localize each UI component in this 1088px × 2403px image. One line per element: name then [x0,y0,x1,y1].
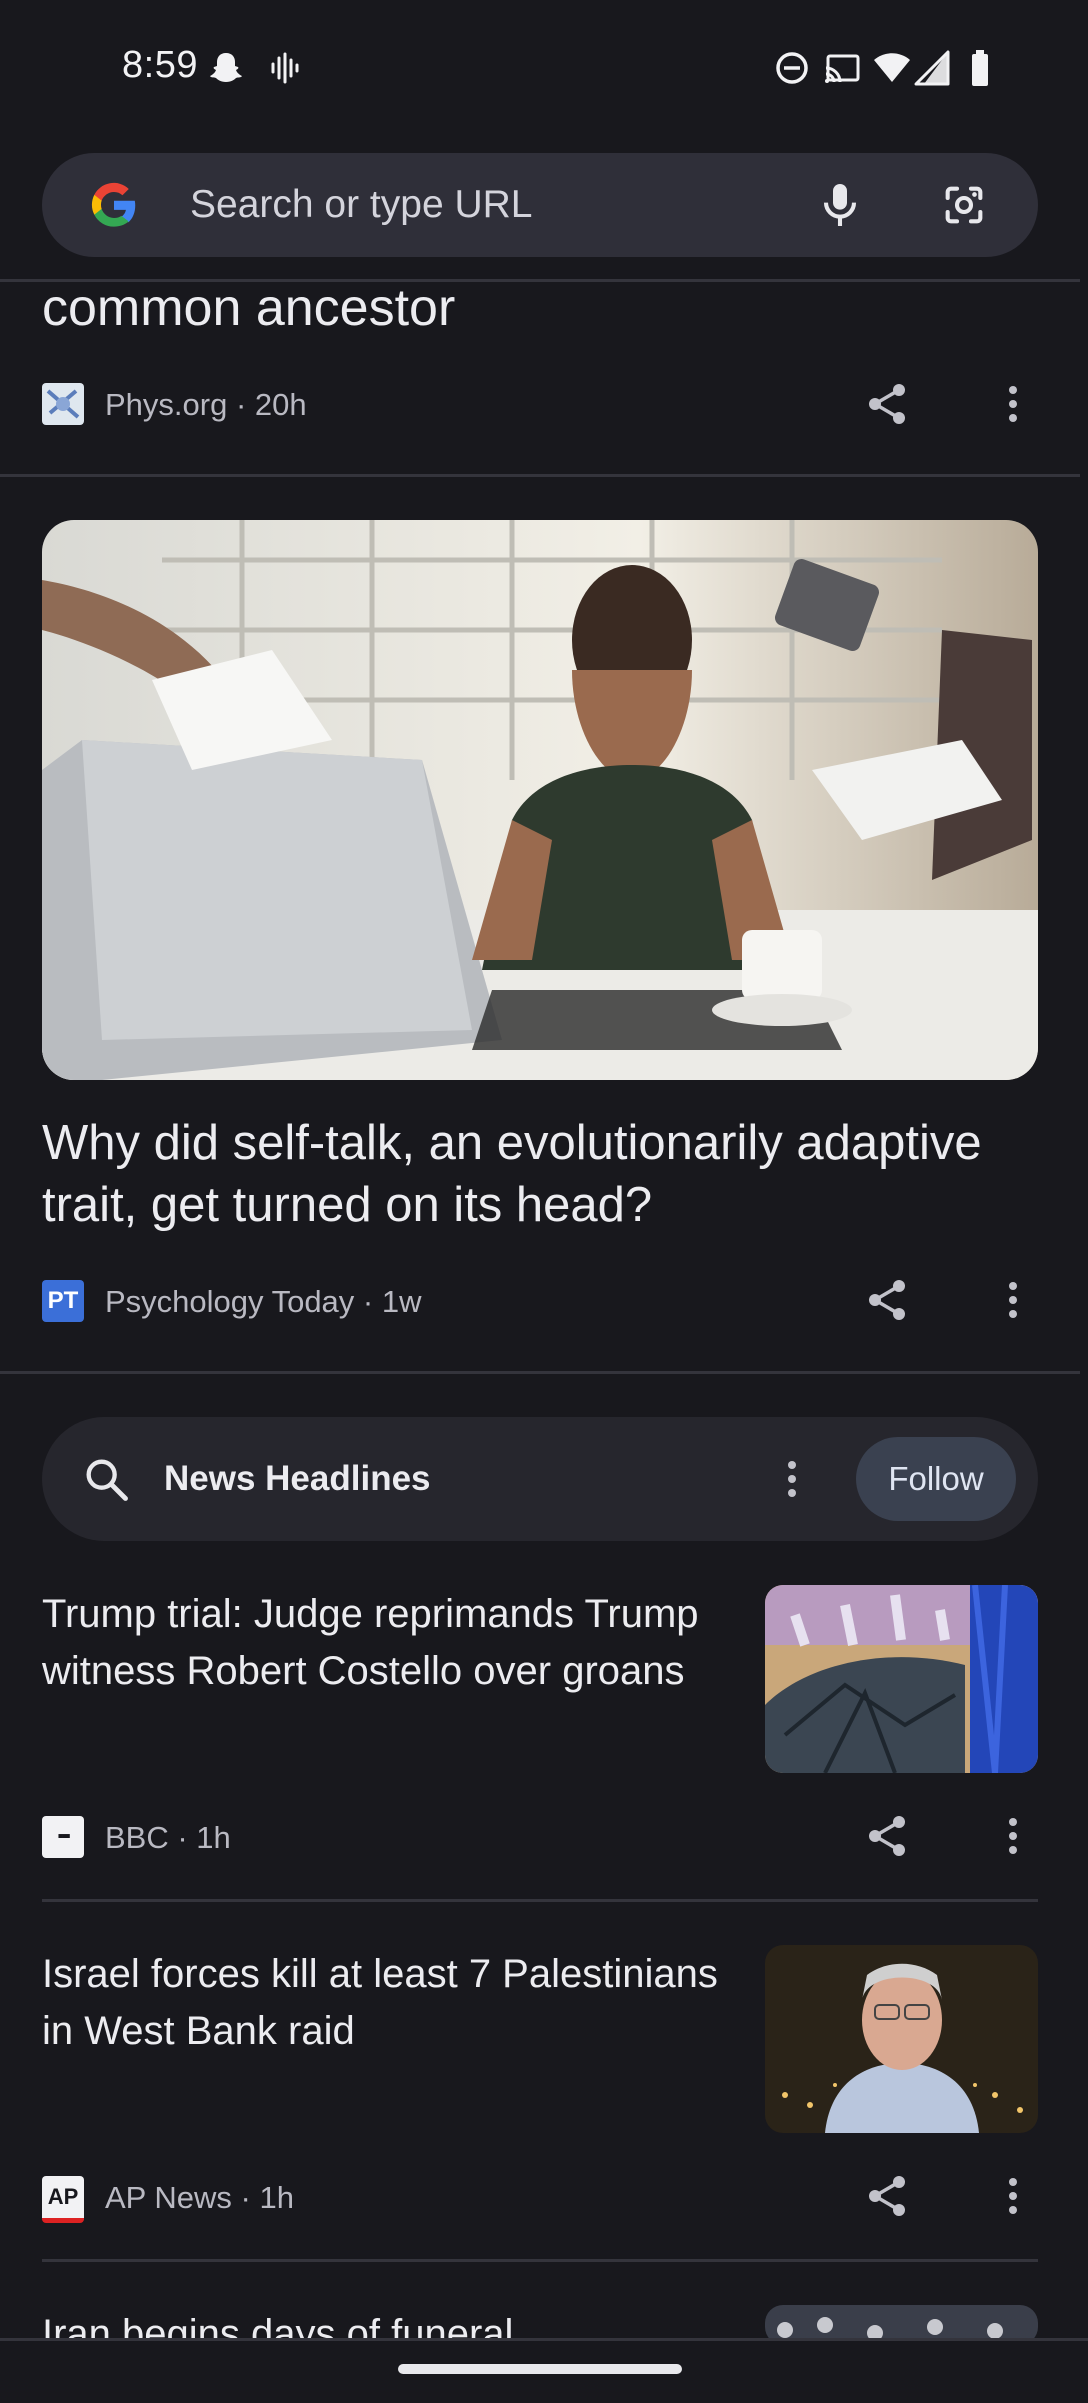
news-title[interactable]: Trump trial: Judge reprimands Trump witn… [42,1586,732,1700]
more-options-icon[interactable] [768,1455,816,1503]
share-icon[interactable] [863,1812,911,1860]
microphone-icon[interactable] [812,177,868,233]
ap-news-favicon-icon: AP [42,2176,84,2223]
divider [0,474,1080,477]
topic-header-news-headlines[interactable]: News Headlines Follow [42,1417,1038,1541]
divider [42,1899,1038,1902]
news-source: AP News · 1h [105,2180,294,2215]
more-options-icon[interactable] [989,2172,1037,2220]
topic-title: News Headlines [164,1459,431,1498]
audio-wave-icon [271,52,299,84]
wifi-icon [874,53,910,82]
google-logo-icon [91,182,136,227]
psychology-today-favicon-icon: PT [42,1280,84,1322]
article-hero-image[interactable] [42,520,1038,1080]
physorg-favicon-icon [42,383,84,425]
divider [0,1371,1080,1374]
do-not-disturb-icon [776,52,808,84]
article-source: Psychology Today · 1w [105,1284,422,1319]
snapchat-icon [210,53,242,82]
news-thumbnail[interactable] [765,1945,1038,2133]
share-icon[interactable] [863,1276,911,1324]
status-time: 8:59 [122,44,198,86]
omnibox-search-bar[interactable]: Search or type URL [42,153,1038,257]
divider [42,2259,1038,2262]
battery-icon [972,50,988,86]
news-source: BBC · 1h [105,1820,231,1855]
cast-icon [825,54,860,83]
bbc-favicon-icon: ▪▪▪ [42,1816,84,1858]
more-options-icon[interactable] [989,1812,1037,1860]
more-options-icon[interactable] [989,380,1037,428]
article-title[interactable]: common ancestor [42,278,455,338]
share-icon[interactable] [863,380,911,428]
lens-camera-icon[interactable] [936,177,992,233]
signal-icon [914,50,950,86]
news-thumbnail[interactable] [765,1585,1038,1773]
share-icon[interactable] [863,2172,911,2220]
more-options-icon[interactable] [989,1276,1037,1324]
follow-button[interactable]: Follow [856,1437,1016,1521]
article-title[interactable]: Why did self-talk, an evolutionarily ada… [42,1112,1038,1236]
article-source: Phys.org · 20h [105,387,307,422]
news-title[interactable]: Israel forces kill at least 7 Palestinia… [42,1946,732,2060]
search-icon [86,1459,128,1501]
home-gesture-handle[interactable] [398,2364,682,2374]
search-placeholder: Search or type URL [190,183,533,226]
